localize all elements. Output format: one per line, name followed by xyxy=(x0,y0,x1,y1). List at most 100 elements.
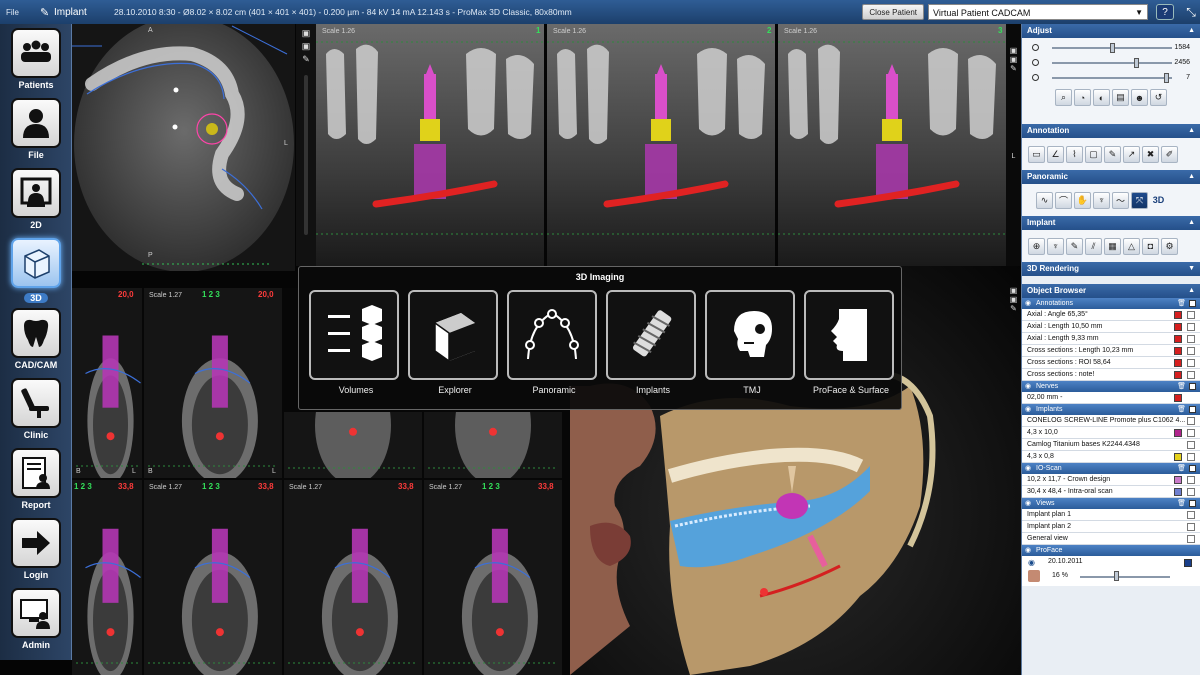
popup-item-implants[interactable]: Implants xyxy=(606,290,696,395)
annotation-row[interactable]: Cross sections : note! xyxy=(1022,369,1200,381)
eye-icon[interactable]: ◉ xyxy=(1025,498,1031,509)
color-swatch[interactable] xyxy=(1174,335,1182,343)
skull-view-icon[interactable]: ☻ xyxy=(1131,89,1148,106)
annotation-icon[interactable]: ✎ xyxy=(296,54,316,65)
nerve-icon[interactable]: ⌒ xyxy=(1055,191,1072,209)
ioscan-row[interactable]: 30,4 x 48,4 - Intra-oral scan xyxy=(1022,486,1200,498)
roi-icon[interactable]: ▢ xyxy=(1085,145,1102,163)
camera-icon[interactable]: ▣ xyxy=(296,41,316,52)
launcher-patients-button[interactable]: Patients xyxy=(8,28,64,90)
visibility-checkbox[interactable] xyxy=(1187,347,1195,355)
add-implant-icon[interactable]: ⊕ xyxy=(1028,237,1045,255)
group-checkbox[interactable] xyxy=(1189,300,1196,307)
visibility-checkbox[interactable] xyxy=(1187,359,1195,367)
view-row[interactable]: General view xyxy=(1022,533,1200,545)
popup-item-proface[interactable]: ProFace & Surface xyxy=(804,290,894,395)
color-swatch[interactable] xyxy=(1174,359,1182,367)
eye-icon[interactable]: ◉ xyxy=(1025,298,1031,309)
popup-item-explorer[interactable]: Explorer xyxy=(408,290,498,395)
magnifier-icon[interactable]: ◔ xyxy=(1074,89,1091,106)
visibility-checkbox[interactable] xyxy=(1187,511,1195,519)
implants-group-header[interactable]: ◉ Implants 🗑 xyxy=(1022,404,1200,415)
color-swatch[interactable] xyxy=(1174,347,1182,355)
popup-item-panoramic[interactable]: Panoramic xyxy=(507,290,597,395)
launcher-cad-cam-button[interactable]: CAD/CAM xyxy=(8,308,64,370)
visibility-checkbox[interactable] xyxy=(1187,523,1195,531)
slider-track[interactable] xyxy=(1052,62,1172,64)
color-swatch[interactable] xyxy=(1184,559,1192,567)
launcher-report-button[interactable]: Report xyxy=(8,448,64,510)
visibility-checkbox[interactable] xyxy=(1187,535,1195,543)
reset-icon[interactable]: ↺ xyxy=(1150,89,1167,106)
launcher-file-button[interactable]: File xyxy=(8,98,64,160)
slider-thumb[interactable] xyxy=(1110,43,1115,53)
color-swatch[interactable] xyxy=(1174,453,1182,461)
polyline-icon[interactable]: ⌇ xyxy=(1066,145,1083,163)
eye-icon[interactable]: ◉ xyxy=(1025,545,1031,556)
camera-icon[interactable]: ▣ xyxy=(1006,295,1021,304)
implant-library-icon[interactable]: ▦ xyxy=(1104,237,1121,255)
curve-edit-icon[interactable]: ∿ xyxy=(1036,191,1053,209)
views-group-header[interactable]: ◉ Views 🗑 xyxy=(1022,498,1200,509)
implant-row[interactable]: 4,3 x 0,8 xyxy=(1022,451,1200,463)
group-checkbox[interactable] xyxy=(1189,500,1196,507)
visibility-checkbox[interactable] xyxy=(1187,453,1195,461)
ioscan-row[interactable]: 10,2 x 11,7 - Crown design xyxy=(1022,474,1200,486)
implant-icon[interactable]: ♆ xyxy=(1047,237,1064,255)
3d-toggle[interactable]: 3D xyxy=(1150,192,1167,209)
object-browser-header[interactable]: Object Browser ▲ xyxy=(1022,284,1200,298)
nerve-row[interactable]: 02,00 mm - xyxy=(1022,392,1200,404)
launcher-2d-button[interactable]: 2D xyxy=(8,168,64,230)
launcher-clinic-button[interactable]: Clinic xyxy=(8,378,64,440)
help-button[interactable]: ? xyxy=(1156,4,1174,20)
hand-icon[interactable]: ✋ xyxy=(1074,191,1091,209)
panoramic-panel[interactable]: Scale 1.26 1 xyxy=(316,24,544,266)
arrow-icon[interactable]: ↗ xyxy=(1123,145,1140,163)
delete-icon[interactable]: 🗑 xyxy=(1177,404,1186,415)
annotation-row[interactable]: Axial : Length 10,50 mm xyxy=(1022,321,1200,333)
annotation-row[interactable]: Axial : Angle 65,35° xyxy=(1022,309,1200,321)
color-swatch[interactable] xyxy=(1174,371,1182,379)
slider-thumb[interactable] xyxy=(1134,58,1139,68)
delete-icon[interactable]: 🗑 xyxy=(1177,463,1186,474)
contrast-icon[interactable]: ◐ xyxy=(1093,89,1110,106)
group-checkbox[interactable] xyxy=(1189,406,1196,413)
ruler-angle-icon[interactable]: ∠ xyxy=(1047,145,1064,163)
eye-icon[interactable]: ◉ xyxy=(1025,404,1031,415)
visibility-checkbox[interactable] xyxy=(1187,488,1195,496)
cross-section-panel[interactable] xyxy=(424,412,562,478)
annotation-icon[interactable]: ✎ xyxy=(1006,64,1021,73)
slider-track[interactable] xyxy=(1052,77,1172,79)
implant-row[interactable]: Camlog Titanium bases K2244.4348 xyxy=(1022,439,1200,451)
visibility-checkbox[interactable] xyxy=(1187,311,1195,319)
pan-3d-icon[interactable]: ⤧ xyxy=(1131,191,1148,209)
minimize-view-icon[interactable]: ⤡ xyxy=(1182,5,1200,20)
cross-section-panel[interactable]: Scale 1.27 1 2 3 33,8 xyxy=(144,480,282,675)
color-swatch[interactable] xyxy=(1174,488,1182,496)
implant-edit-icon[interactable]: ✎ xyxy=(1066,237,1083,255)
eye-icon[interactable]: ◉ xyxy=(1028,558,1035,567)
cross-section-panel[interactable] xyxy=(284,412,422,478)
3d-rendering-section-header[interactable]: 3D Rendering ▼ xyxy=(1022,262,1200,276)
annotation-row[interactable]: Axial : Length 9,33 mm xyxy=(1022,333,1200,345)
camera-icon[interactable]: ▣ xyxy=(1006,286,1021,295)
visibility-checkbox[interactable] xyxy=(1187,429,1195,437)
popup-item-tmj[interactable]: TMJ xyxy=(705,290,795,395)
visibility-checkbox[interactable] xyxy=(1187,441,1195,449)
group-checkbox[interactable] xyxy=(1189,383,1196,390)
color-swatch[interactable] xyxy=(1174,311,1182,319)
pen-icon[interactable]: ✐ xyxy=(1161,145,1178,163)
camera-icon[interactable]: ▣ xyxy=(1006,55,1021,64)
implant-row[interactable]: 4,3 x 10,0 xyxy=(1022,427,1200,439)
opacity-slider-thumb[interactable] xyxy=(1114,571,1120,581)
cross-section-panel[interactable]: Scale 1.27 33,8 xyxy=(284,480,422,675)
zoom-icon[interactable]: ⌕ xyxy=(1055,89,1072,106)
color-swatch[interactable] xyxy=(1174,323,1182,331)
launcher-3d-button[interactable]: 3D xyxy=(8,238,64,306)
annotation-row[interactable]: Cross sections : Length 10,23 mm xyxy=(1022,345,1200,357)
file-menu[interactable]: File xyxy=(0,8,40,17)
abutment-icon[interactable]: ◘ xyxy=(1142,237,1159,255)
implant-report-icon[interactable]: ⚙ xyxy=(1161,237,1178,255)
panoramic-section-header[interactable]: Panoramic ▲ xyxy=(1022,170,1200,184)
cross-section-panel[interactable]: Scale 1.27 1 2 3 20,0 B L xyxy=(144,288,282,478)
